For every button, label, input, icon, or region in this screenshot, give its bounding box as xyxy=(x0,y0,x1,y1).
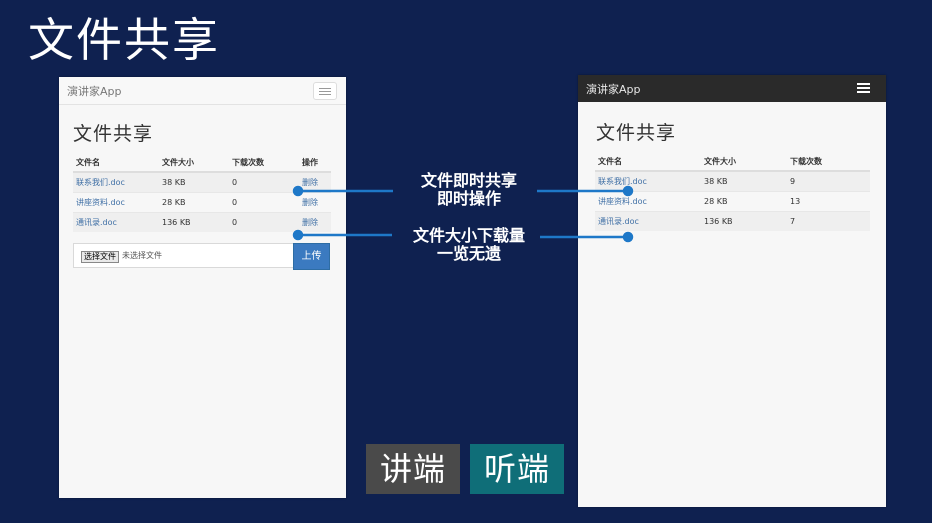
connector-dot xyxy=(292,229,304,241)
connector-dot xyxy=(292,185,304,197)
callout-line: 文件大小下载量 xyxy=(412,226,525,245)
callout-line: 文件即时共享 xyxy=(420,171,517,190)
callout-line: 一览无遗 xyxy=(436,244,501,263)
speaker-side-label: 讲端 xyxy=(366,444,460,494)
connector-dot xyxy=(622,185,634,197)
callout-size-downloads: 文件大小下载量 一览无遗 xyxy=(393,227,545,263)
connector-dot xyxy=(622,231,634,243)
callout-instant-share: 文件即时共享 即时操作 xyxy=(398,172,540,208)
callout-line: 即时操作 xyxy=(436,189,501,208)
listener-side-label: 听端 xyxy=(470,444,564,494)
